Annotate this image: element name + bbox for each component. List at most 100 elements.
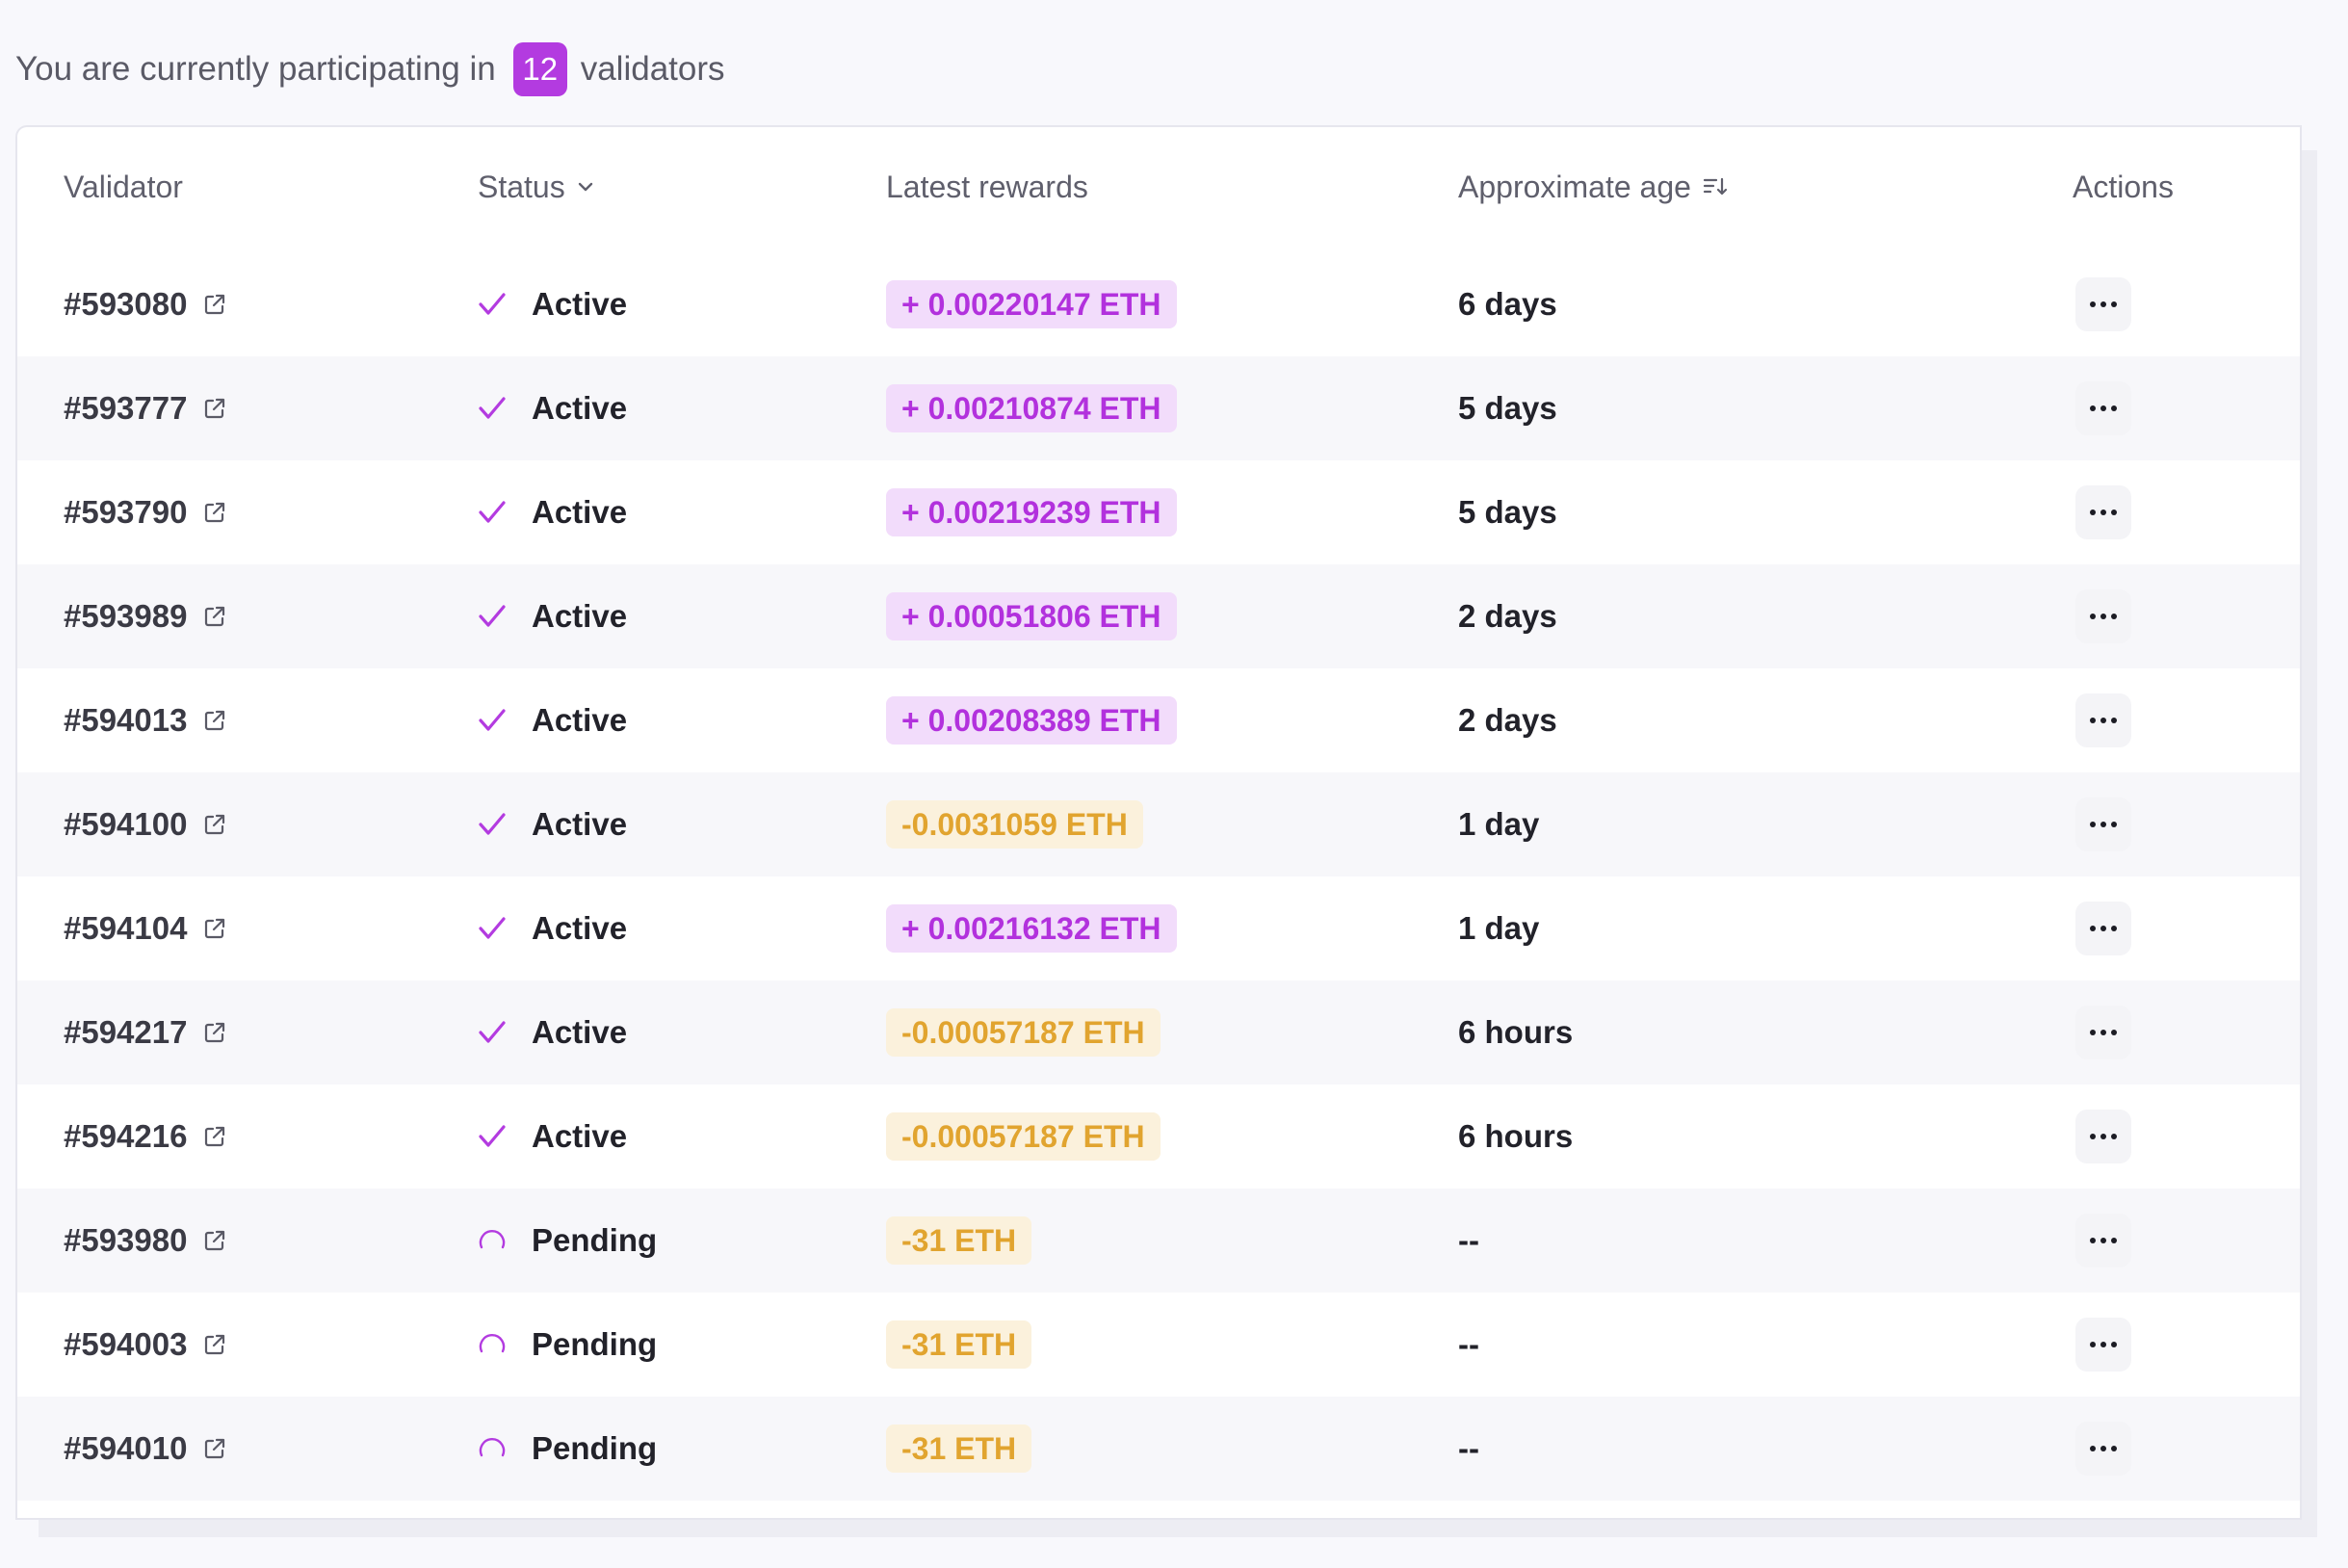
external-link-icon[interactable] [202,708,227,733]
age-cell: 1 day [1458,772,1539,876]
reward-amount: -31 ETH [886,1216,1032,1265]
sort-icon[interactable] [1703,175,1728,198]
validator-id: #594104 [64,910,188,946]
more-dot [2090,301,2096,307]
check-icon [478,812,512,837]
validator-cell: #594013 [64,668,227,772]
table-row: #593790 Active + 0.00219239 ETH 5 days [17,460,2302,564]
more-dot [2100,614,2106,619]
status-label: Pending [532,1430,658,1466]
table-row: #593989 Active + 0.00051806 ETH 2 days [17,564,2302,668]
reward-cell: + 0.00051806 ETH [886,564,1177,668]
more-actions-button[interactable] [2075,902,2131,955]
validator-cell: #593777 [64,356,227,460]
more-dot [2090,405,2096,411]
more-actions-button[interactable] [2075,485,2131,539]
more-dot [2111,1134,2117,1139]
more-dot [2111,405,2117,411]
summary-prefix: You are currently participating in [15,50,496,88]
reward-cell: + 0.00216132 ETH [886,876,1177,980]
more-dot [2100,301,2106,307]
more-actions-button[interactable] [2075,1006,2131,1059]
column-header-status-label: Status [478,169,565,204]
more-actions-button[interactable] [2075,1422,2131,1476]
more-actions-button[interactable] [2075,1214,2131,1267]
more-dot [2090,1134,2096,1139]
external-link-icon[interactable] [202,1228,227,1253]
more-actions-button[interactable] [2075,1110,2131,1163]
external-link-icon[interactable] [202,292,227,317]
more-dot [2100,1238,2106,1243]
external-link-icon[interactable] [202,916,227,941]
status-label: Active [532,702,628,738]
column-header-rewards: Latest rewards [886,166,1088,208]
external-link-icon[interactable] [202,500,227,525]
reward-cell: + 0.00208389 ETH [886,668,1177,772]
reward-amount: -31 ETH [886,1320,1032,1369]
column-header-actions: Actions [2073,166,2174,208]
reward-cell: -0.0031059 ETH [886,772,1143,876]
more-dot [2100,822,2106,827]
column-header-age-label: Approximate age [1458,169,1691,204]
check-icon [478,500,512,525]
approximate-age: 5 days [1458,494,1557,530]
external-link-icon[interactable] [202,1332,227,1357]
external-link-icon[interactable] [202,1124,227,1149]
status-label: Active [532,1118,628,1154]
status-label: Pending [532,1222,658,1258]
table-row: #594104 Active + 0.00216132 ETH 1 day [17,876,2302,980]
reward-amount: + 0.00208389 ETH [886,696,1177,745]
actions-cell [2075,252,2131,356]
chevron-down-icon [578,182,592,192]
approximate-age: -- [1458,1222,1479,1258]
column-header-age[interactable]: Approximate age [1458,166,1728,208]
actions-cell [2075,1085,2131,1189]
validator-id: #594217 [64,1014,188,1050]
validator-cell: #593989 [64,564,227,668]
more-actions-button[interactable] [2075,381,2131,435]
actions-cell [2075,1293,2131,1397]
table-row: #594216 Active -0.00057187 ETH 6 hours [17,1085,2302,1189]
table-row: #593080 Active + 0.00220147 ETH 6 days [17,252,2302,356]
more-dot [2111,1446,2117,1451]
approximate-age: 2 days [1458,702,1557,738]
external-link-icon[interactable] [202,812,227,837]
actions-cell [2075,1189,2131,1293]
status-label: Active [532,1014,628,1050]
approximate-age: 6 hours [1458,1014,1574,1050]
validator-id: #594003 [64,1326,188,1362]
more-dot [2090,1238,2096,1243]
table-row: #594013 Active + 0.00208389 ETH 2 days [17,668,2302,772]
status-cell: Active [478,980,627,1085]
more-dot [2090,822,2096,827]
reward-cell: + 0.00219239 ETH [886,460,1177,564]
external-link-icon[interactable] [202,396,227,421]
external-link-icon[interactable] [202,604,227,629]
status-label: Active [532,390,628,426]
status-cell: Active [478,668,627,772]
validator-id: #594013 [64,702,188,738]
validator-id: #593790 [64,494,188,530]
approximate-age: 1 day [1458,910,1540,946]
more-actions-button[interactable] [2075,693,2131,747]
validator-cell: #594100 [64,772,227,876]
external-link-icon[interactable] [202,1020,227,1045]
more-actions-button[interactable] [2075,797,2131,851]
more-actions-button[interactable] [2075,589,2131,643]
status-cell: Active [478,564,627,668]
age-cell: -- [1458,1397,1479,1501]
more-dot [2090,510,2096,515]
external-link-icon[interactable] [202,1436,227,1461]
more-dot [2111,1342,2117,1347]
status-label: Active [532,286,628,322]
validator-cell: #594104 [64,876,227,980]
status-cell: Pending [478,1293,657,1397]
actions-cell [2075,564,2131,668]
column-header-validator-label: Validator [64,169,183,204]
validator-cell: #593980 [64,1189,227,1293]
more-actions-button[interactable] [2075,1318,2131,1372]
column-header-status[interactable]: Status [478,166,594,208]
more-actions-button[interactable] [2075,277,2131,331]
status-cell: Active [478,876,627,980]
table-row: #593777 Active + 0.00210874 ETH 5 days [17,356,2302,460]
